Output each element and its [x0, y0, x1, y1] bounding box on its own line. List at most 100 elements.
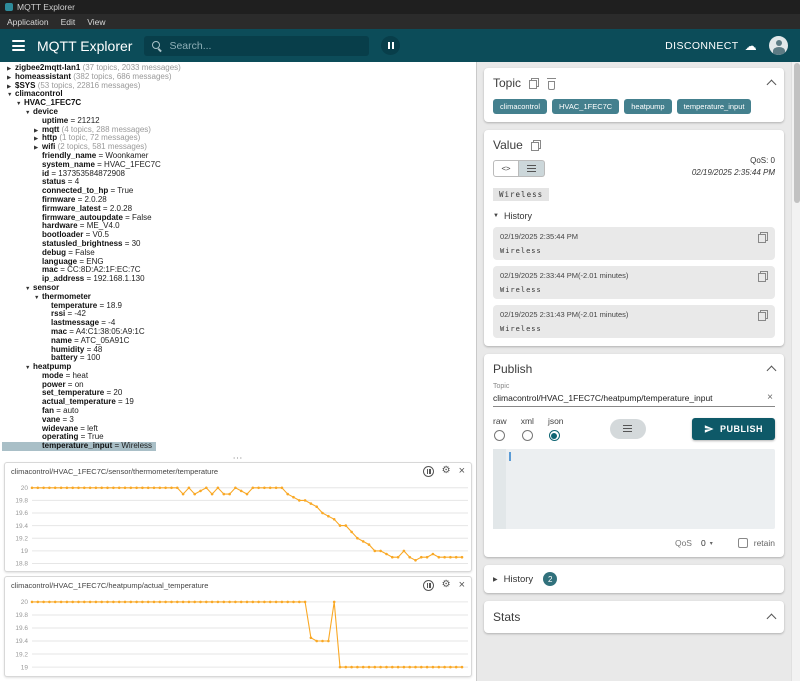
equals-sign: =	[65, 379, 75, 389]
collapse-arrow-icon[interactable]: ▼	[25, 109, 33, 118]
tree-row[interactable]: temperature_input = Wireless	[2, 441, 157, 452]
topic-value: ENG	[86, 256, 104, 266]
publish-topic-input[interactable]: climacontrol/HVAC_1FEC7C/heatpump/temper…	[493, 393, 765, 403]
horizontal-splitter[interactable]: ⋯	[0, 453, 476, 464]
chart-panel-actual-temperature: climacontrol/HVAC_1FEC7C/heatpump/actual…	[4, 576, 472, 677]
topic-chip[interactable]: temperature_input	[676, 99, 752, 114]
pause-chart-icon[interactable]	[422, 579, 434, 591]
pause-updates-button[interactable]	[381, 36, 401, 55]
svg-text:19.2: 19.2	[15, 535, 28, 542]
topic-value: V0.5	[92, 230, 109, 240]
titlebar: MQTT Explorer	[0, 0, 800, 14]
chart-title: climacontrol/HVAC_1FEC7C/heatpump/actual…	[11, 580, 209, 590]
collapse-arrow-icon[interactable]: ▼	[25, 285, 33, 294]
topic-name: climacontrol	[15, 89, 63, 99]
menu-view[interactable]: View	[87, 17, 105, 27]
topic-value: A4:C1:38:05:A9:1C	[75, 326, 145, 336]
topic-value: True	[117, 186, 134, 196]
topic-chip[interactable]: HVAC_1FEC7C	[552, 99, 620, 114]
gear-icon[interactable]: ⚙	[442, 466, 451, 476]
history-section[interactable]: ▶ History 2	[484, 565, 784, 593]
value-display: Wireless	[493, 184, 775, 202]
history-timestamp: 02/19/2025 2:33:44 PM(-2.01 minutes)	[500, 271, 629, 280]
topic-name: heatpump	[33, 362, 72, 372]
topic-value: on	[74, 379, 84, 389]
collapse-publish-icon[interactable]	[766, 365, 777, 376]
delete-topic-icon[interactable]	[547, 77, 557, 90]
topic-name: actual_temperature	[42, 397, 116, 407]
topic-name: zigbee2mqtt-lan1	[15, 63, 81, 72]
triangle-right-icon: ▶	[493, 576, 498, 583]
code-icon: <>	[501, 164, 511, 173]
menu-application[interactable]: Application	[7, 17, 49, 27]
collapse-topic-icon[interactable]	[766, 79, 777, 90]
radio-xml[interactable]	[521, 430, 533, 441]
value-meta: QoS: 0 02/19/2025 2:35:44 PM	[692, 156, 775, 177]
menu-icon[interactable]	[12, 40, 25, 51]
equals-sign: =	[99, 318, 109, 328]
qos-label: QoS: 0	[750, 156, 775, 165]
history-entry[interactable]: 02/19/2025 2:35:44 PM Wireless	[493, 227, 775, 260]
topic-value: 4	[74, 177, 80, 187]
publish-qos-label: QoS	[674, 538, 692, 548]
collapse-arrow-icon[interactable]: ▼	[7, 91, 15, 100]
clear-topic-icon[interactable]: ×	[765, 392, 775, 403]
publish-button[interactable]: PUBLISH	[692, 417, 776, 440]
topic-name: mqtt	[42, 124, 60, 134]
format-option-json[interactable]: json	[548, 416, 564, 441]
collapse-arrow-icon[interactable]: ▼	[34, 294, 42, 303]
collapse-arrow-icon[interactable]: ▼	[16, 100, 24, 109]
list-icon	[527, 165, 536, 172]
search-input[interactable]: Search...	[144, 35, 370, 56]
disconnect-button[interactable]: DISCONNECT ☁	[665, 40, 757, 52]
topic-name: device	[33, 106, 58, 116]
copy-icon[interactable]	[758, 232, 768, 243]
format-option-xml[interactable]: xml	[521, 416, 534, 441]
gear-icon[interactable]: ⚙	[442, 580, 451, 590]
formatted-view-button[interactable]	[519, 160, 545, 177]
qos-select[interactable]: 0 ▾	[698, 537, 716, 549]
avatar[interactable]	[769, 36, 788, 55]
history-entry[interactable]: 02/19/2025 2:33:44 PM(-2.01 minutes) Wire…	[493, 266, 775, 299]
equals-sign: =	[97, 300, 107, 310]
format-payload-button[interactable]	[609, 418, 646, 439]
topic-name: mac	[51, 326, 68, 336]
copy-icon[interactable]	[758, 310, 768, 321]
topic-value: 18.9	[106, 300, 122, 310]
copy-value-icon[interactable]	[530, 139, 541, 151]
topic-chip[interactable]: heatpump	[624, 99, 672, 114]
collapse-arrow-icon[interactable]: ▼	[25, 364, 33, 373]
tree-row[interactable]: ip_address = 192.168.1.130	[2, 274, 149, 284]
topic-name: vane	[42, 414, 61, 424]
format-option-raw[interactable]: raw	[493, 416, 507, 441]
close-icon[interactable]: ×	[459, 579, 465, 591]
history-list: 02/19/2025 2:35:44 PM Wireless 02/19/2025 …	[493, 227, 775, 338]
retain-checkbox[interactable]	[737, 538, 748, 548]
value-card: Value <> QoS: 0 02/19/2025 2:35:44 PM Wi…	[484, 130, 784, 346]
collapse-stats-icon[interactable]	[766, 613, 777, 624]
radio-json[interactable]	[548, 430, 560, 441]
topic-chip[interactable]: climacontrol	[493, 99, 548, 114]
topic-name: hardware	[42, 221, 78, 231]
menu-edit[interactable]: Edit	[61, 17, 76, 27]
equals-sign: =	[122, 238, 132, 248]
history-count-badge: 2	[543, 572, 558, 586]
history-entry[interactable]: 02/19/2025 2:31:43 PM(-2.01 minutes) Wire…	[493, 305, 775, 338]
equals-sign: =	[71, 335, 81, 345]
close-icon[interactable]: ×	[459, 465, 465, 477]
topic-name: bootloader	[42, 230, 84, 240]
pause-chart-icon[interactable]	[422, 465, 434, 477]
publish-topic-field[interactable]: climacontrol/HVAC_1FEC7C/heatpump/temper…	[493, 390, 775, 407]
scrollbar[interactable]	[791, 62, 800, 681]
topic-name: $SYS	[15, 80, 36, 90]
raw-view-button[interactable]: <>	[493, 160, 519, 177]
scrollbar-thumb[interactable]	[793, 63, 800, 203]
copy-topic-icon[interactable]	[529, 77, 540, 89]
copy-icon[interactable]	[758, 271, 768, 282]
equals-sign: =	[112, 441, 122, 451]
payload-editor[interactable]	[493, 449, 775, 529]
svg-text:19: 19	[21, 664, 29, 671]
value-history-toggle[interactable]: ▼ History	[493, 211, 775, 221]
topic-name: system_name	[42, 159, 95, 169]
radio-raw[interactable]	[494, 430, 505, 441]
